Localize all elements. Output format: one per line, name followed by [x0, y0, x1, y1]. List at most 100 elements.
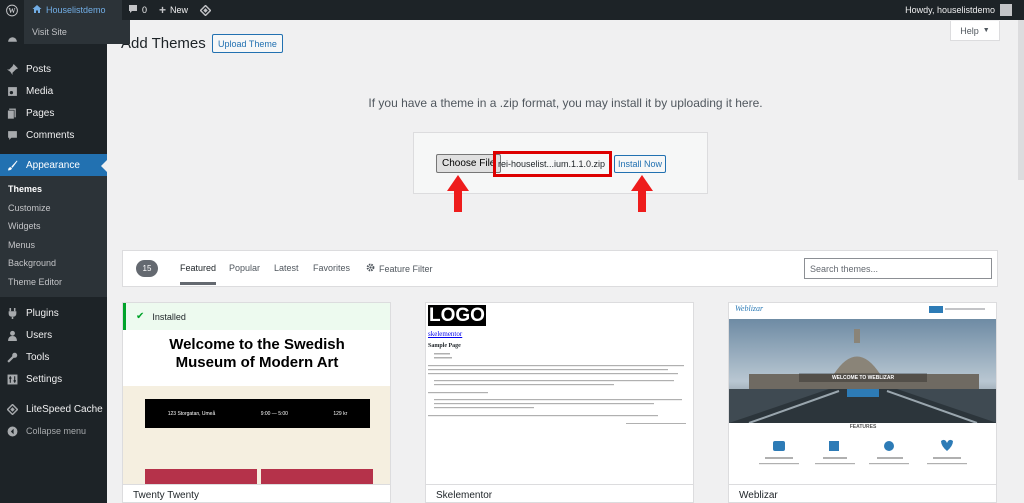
preview-section-title: FEATURES: [849, 424, 877, 430]
submenu-item-themes[interactable]: Themes: [0, 180, 107, 199]
theme-name: Weblizar: [729, 484, 996, 502]
avatar: [1000, 4, 1012, 16]
preview-hero-image: [729, 319, 996, 423]
sidebar-item-tools[interactable]: Tools: [0, 346, 107, 368]
help-label: Help: [960, 25, 979, 36]
sidebar-label: Users: [26, 329, 53, 341]
comments-count: 0: [142, 5, 148, 15]
theme-name: Twenty Twenty: [123, 484, 390, 502]
theme-preview-headline: Welcome to the Swedish Museum of Modern …: [169, 336, 345, 371]
pages-icon: [7, 108, 18, 119]
admin-bar: W Houselistdemo 0 + New Howdy, houselist…: [0, 0, 1024, 20]
theme-filter-bar: 15 Featured Popular Latest Favorites Fea…: [122, 250, 998, 287]
sidebar-item-pages[interactable]: Pages: [0, 102, 107, 124]
red-arrow-annotation-icon: [631, 175, 653, 212]
sidebar-label: Tools: [26, 351, 50, 363]
theme-card-weblizar[interactable]: Weblizar WELCOME TO WEBLIZAR FEATURES We…: [728, 302, 997, 503]
preview-hours: 9:00 — 5:00: [260, 410, 288, 417]
sidebar-item-posts[interactable]: Posts: [0, 58, 107, 80]
preview-feature-icons: [759, 439, 967, 465]
sidebar-item-media[interactable]: Media: [0, 80, 107, 102]
sidebar-item-comments[interactable]: Comments: [0, 124, 107, 146]
sidebar-item-litespeed-cache[interactable]: LiteSpeed Cache: [0, 398, 107, 420]
theme-name: Skelementor: [426, 484, 693, 502]
scrollbar-thumb[interactable]: [1018, 20, 1024, 180]
wordpress-logo-icon[interactable]: W: [0, 0, 24, 20]
appearance-submenu: Themes Customize Widgets Menus Backgroun…: [0, 176, 107, 297]
dashboard-icon: [7, 34, 18, 45]
tab-favorites[interactable]: Favorites: [313, 263, 350, 273]
submenu-item-background[interactable]: Background: [0, 254, 107, 273]
tools-icon: [7, 352, 18, 363]
howdy-label: Howdy, houselistdemo: [905, 5, 995, 15]
collapse-icon: [7, 426, 18, 437]
svg-text:W: W: [8, 7, 16, 15]
upload-help-text: If you have a theme in a .zip format, yo…: [368, 96, 763, 110]
plugin-icon: [7, 307, 18, 319]
plus-icon: +: [159, 3, 167, 17]
sidebar-label: LiteSpeed Cache: [26, 403, 103, 415]
gear-icon: [366, 263, 375, 274]
brush-icon: [7, 160, 18, 171]
sidebar-item-users[interactable]: Users: [0, 324, 107, 346]
search-themes-input[interactable]: Search themes...: [804, 258, 992, 279]
admin-sidebar: Posts Media Pages Comments Appearance Th…: [0, 20, 107, 503]
preview-logo: Weblizar: [735, 304, 764, 313]
preview-hero-title: WELCOME TO WEBLIZAR: [831, 375, 895, 381]
preview-body-text-lines: [428, 353, 686, 424]
feature-filter-label: Feature Filter: [379, 263, 433, 274]
preview-nav-active: [929, 306, 943, 313]
new-content-link[interactable]: + New: [153, 0, 194, 20]
sidebar-label: Media: [26, 85, 54, 97]
visit-site-label: Visit Site: [32, 27, 67, 37]
preview-site-title: skelementor: [428, 330, 463, 338]
sidebar-item-plugins[interactable]: Plugins: [0, 302, 107, 324]
sidebar-label: Appearance: [26, 159, 80, 171]
sidebar-item-appearance[interactable]: Appearance: [0, 154, 107, 176]
pin-icon: [7, 63, 18, 75]
page-title: Add Themes: [121, 35, 206, 52]
selected-file-name: rei-houselist...ium.1.1.0.zip: [493, 151, 612, 177]
checkmark-icon: ✔: [136, 311, 145, 322]
media-icon: [7, 86, 18, 97]
home-icon: [32, 4, 42, 16]
main-content: Help ▼ Add Themes Upload Theme If you ha…: [107, 20, 1024, 503]
visit-site-link[interactable]: Visit Site: [24, 20, 130, 44]
preview-page-title: Sample Page: [428, 343, 461, 349]
submenu-item-widgets[interactable]: Widgets: [0, 217, 107, 236]
submenu-item-theme-editor[interactable]: Theme Editor: [0, 273, 107, 292]
litespeed-icon: [6, 403, 19, 415]
sidebar-label: Pages: [26, 107, 55, 119]
submenu-item-customize[interactable]: Customize: [0, 199, 107, 218]
theme-preview-info-bar: 123 Storgatan, Umeå 9:00 — 5:00 129 kr: [145, 399, 370, 428]
litespeed-diamond-icon[interactable]: [194, 0, 217, 20]
site-name-link[interactable]: Houselistdemo: [24, 0, 122, 20]
settings-icon: [7, 374, 18, 385]
users-icon: [7, 330, 18, 341]
red-arrow-annotation-icon: [447, 175, 469, 212]
preview-address: 123 Storgatan, Umeå: [167, 410, 216, 417]
feature-filter-button[interactable]: Feature Filter: [366, 263, 433, 274]
comments-icon: [7, 130, 18, 141]
preview-logo: LOGO: [428, 305, 486, 326]
site-name-label: Houselistdemo: [46, 5, 106, 15]
caret-down-icon: ▼: [982, 27, 990, 34]
theme-card-skelementor[interactable]: LOGO skelementor Sample Page Skelementor: [425, 302, 694, 503]
tab-featured[interactable]: Featured: [180, 263, 217, 285]
sidebar-item-settings[interactable]: Settings: [0, 368, 107, 390]
sidebar-label: Plugins: [26, 307, 59, 319]
tab-latest[interactable]: Latest: [274, 263, 299, 273]
tab-popular[interactable]: Popular: [229, 263, 260, 273]
install-now-button[interactable]: Install Now: [614, 155, 667, 173]
upload-theme-button[interactable]: Upload Theme: [212, 34, 283, 53]
choose-file-button[interactable]: Choose File: [436, 154, 502, 173]
help-tab-button[interactable]: Help ▼: [950, 21, 1000, 41]
comments-link[interactable]: 0: [122, 0, 153, 20]
preview-header: [729, 303, 996, 319]
submenu-item-menus[interactable]: Menus: [0, 236, 107, 255]
preview-price: 129 kr: [333, 410, 348, 417]
sidebar-collapse-menu[interactable]: Collapse menu: [0, 420, 107, 442]
theme-card-twenty-twenty[interactable]: ✔ Installed Welcome to the Swedish Museu…: [122, 302, 391, 503]
comment-bubble-icon: [128, 4, 138, 16]
my-account-link[interactable]: Howdy, houselistdemo: [905, 0, 1012, 20]
